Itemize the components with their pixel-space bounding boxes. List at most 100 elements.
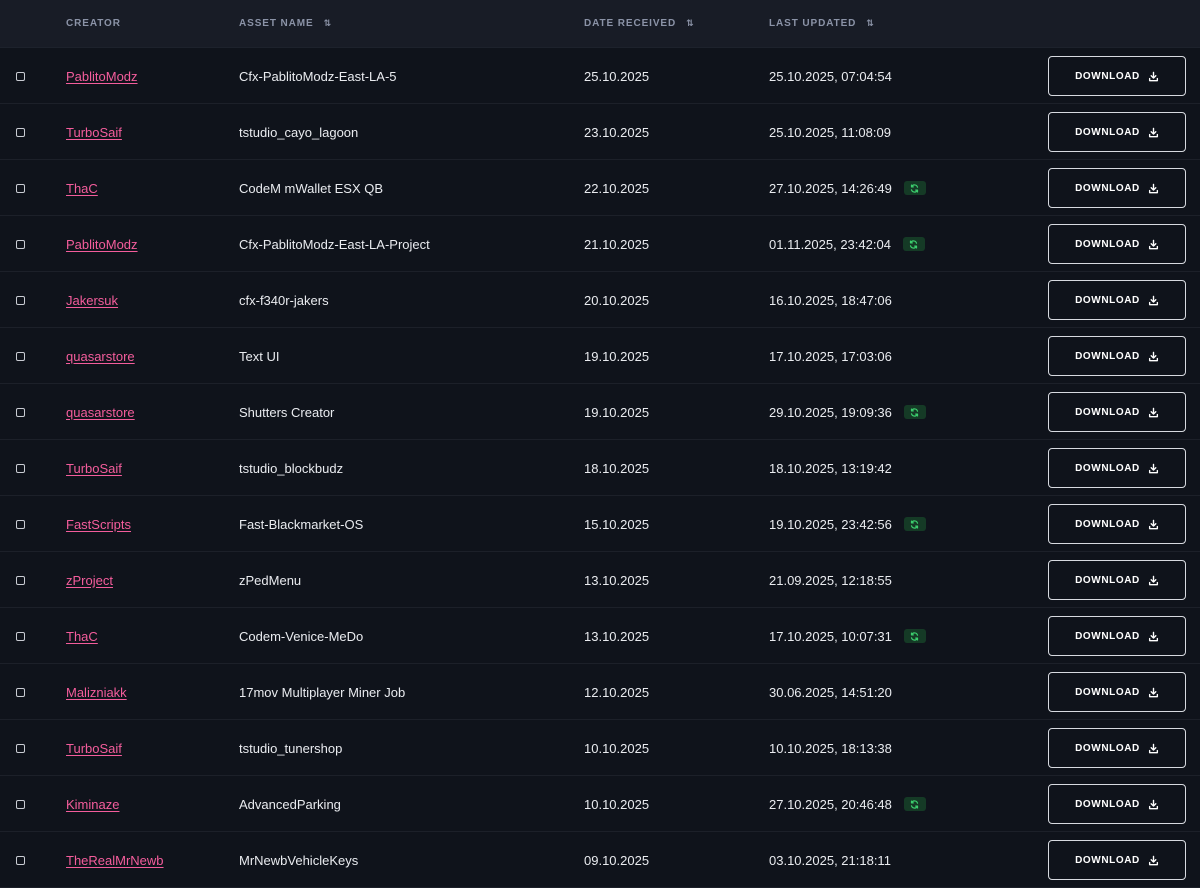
download-button[interactable]: DOWNLOAD xyxy=(1048,336,1186,376)
creator-link[interactable]: TurboSaif xyxy=(66,741,122,756)
asset-name: MrNewbVehicleKeys xyxy=(239,852,359,868)
refresh-icon xyxy=(910,239,918,249)
row-checkbox[interactable] xyxy=(16,743,25,753)
last-updated: 17.10.2025, 17:03:06 xyxy=(769,348,892,364)
row-select-cell xyxy=(16,608,25,664)
creator-link[interactable]: Malizniakk xyxy=(66,685,127,700)
row-checkbox[interactable] xyxy=(16,351,25,361)
row-select-cell xyxy=(16,832,25,888)
table-row: ThaC Codem-Venice-MeDo 13.10.2025 17.10.… xyxy=(0,608,1200,664)
date-received: 23.10.2025 xyxy=(584,124,650,140)
date-received: 18.10.2025 xyxy=(584,460,650,476)
creator-link[interactable]: zProject xyxy=(66,573,113,588)
row-checkbox[interactable] xyxy=(16,855,25,865)
refresh-icon xyxy=(911,407,919,417)
creator-cell: PablitoModz xyxy=(66,216,138,272)
creator-link[interactable]: TheRealMrNewb xyxy=(66,853,164,868)
creator-link[interactable]: PablitoModz xyxy=(66,237,138,252)
refresh-icon xyxy=(911,799,919,809)
sort-icon[interactable]: ⇅ xyxy=(866,18,873,29)
date-received-cell: 09.10.2025 xyxy=(584,832,649,888)
column-header-last-updated[interactable]: LAST UPDATED ⇅ xyxy=(769,18,874,29)
row-checkbox[interactable] xyxy=(16,407,25,417)
download-label: DOWNLOAD xyxy=(1075,798,1140,810)
date-received: 13.10.2025 xyxy=(584,572,650,588)
row-checkbox[interactable] xyxy=(16,799,25,809)
table-row: quasarstore Shutters Creator 19.10.2025 … xyxy=(0,384,1200,440)
last-updated-cell: 25.10.2025, 11:08:09 xyxy=(769,104,891,160)
asset-name-cell: Cfx-PablitoModz-East-LA-5 xyxy=(239,48,397,104)
creator-link[interactable]: TurboSaif xyxy=(66,461,122,476)
row-checkbox[interactable] xyxy=(16,127,25,137)
date-received-cell: 12.10.2025 xyxy=(584,664,649,720)
creator-cell: TurboSaif xyxy=(66,440,122,496)
last-updated: 25.10.2025, 11:08:09 xyxy=(769,124,891,140)
download-button[interactable]: DOWNLOAD xyxy=(1048,672,1186,712)
download-button[interactable]: DOWNLOAD xyxy=(1048,280,1186,320)
creator-link[interactable]: ThaC xyxy=(66,629,98,644)
download-icon xyxy=(1148,519,1158,529)
table-row: FastScripts Fast-Blackmarket-OS 15.10.20… xyxy=(0,496,1200,552)
download-button[interactable]: DOWNLOAD xyxy=(1048,224,1186,264)
last-updated: 21.09.2025, 12:18:55 xyxy=(769,572,892,588)
date-received-cell: 19.10.2025 xyxy=(584,328,649,384)
sort-icon[interactable]: ⇅ xyxy=(686,18,693,29)
creator-link[interactable]: quasarstore xyxy=(66,405,135,420)
download-icon xyxy=(1148,351,1158,361)
row-checkbox[interactable] xyxy=(16,183,25,193)
date-received: 12.10.2025 xyxy=(584,684,650,700)
last-updated-cell: 16.10.2025, 18:47:06 xyxy=(769,272,892,328)
creator-cell: Jakersuk xyxy=(66,272,118,328)
last-updated: 19.10.2025, 23:42:56 xyxy=(769,516,892,532)
download-icon xyxy=(1148,71,1158,81)
last-updated-cell: 17.10.2025, 17:03:06 xyxy=(769,328,892,384)
row-checkbox[interactable] xyxy=(16,463,25,473)
sort-icon[interactable]: ⇅ xyxy=(324,18,331,29)
download-button[interactable]: DOWNLOAD xyxy=(1048,616,1186,656)
row-checkbox[interactable] xyxy=(16,295,25,305)
download-button[interactable]: DOWNLOAD xyxy=(1048,784,1186,824)
asset-name-cell: AdvancedParking xyxy=(239,776,341,832)
row-checkbox[interactable] xyxy=(16,239,25,249)
row-checkbox[interactable] xyxy=(16,71,25,81)
creator-link[interactable]: FastScripts xyxy=(66,517,131,532)
creator-link[interactable]: PablitoModz xyxy=(66,69,138,84)
download-label: DOWNLOAD xyxy=(1075,294,1140,306)
creator-link[interactable]: ThaC xyxy=(66,181,98,196)
download-button[interactable]: DOWNLOAD xyxy=(1048,392,1186,432)
creator-link[interactable]: Kiminaze xyxy=(66,797,119,812)
column-header-date-received[interactable]: DATE RECEIVED ⇅ xyxy=(584,18,693,29)
date-received: 25.10.2025 xyxy=(584,68,650,84)
row-checkbox[interactable] xyxy=(16,519,25,529)
download-button[interactable]: DOWNLOAD xyxy=(1048,448,1186,488)
date-received-cell: 20.10.2025 xyxy=(584,272,649,328)
download-button[interactable]: DOWNLOAD xyxy=(1048,56,1186,96)
row-select-cell xyxy=(16,496,25,552)
download-button[interactable]: DOWNLOAD xyxy=(1048,560,1186,600)
download-icon xyxy=(1148,239,1158,249)
refresh-icon xyxy=(911,183,919,193)
download-button[interactable]: DOWNLOAD xyxy=(1048,840,1186,880)
creator-link[interactable]: Jakersuk xyxy=(66,293,118,308)
row-checkbox[interactable] xyxy=(16,687,25,697)
column-header-asset-name[interactable]: ASSET NAME ⇅ xyxy=(239,18,331,29)
download-button[interactable]: DOWNLOAD xyxy=(1048,112,1186,152)
download-button[interactable]: DOWNLOAD xyxy=(1048,168,1186,208)
last-updated: 27.10.2025, 14:26:49 xyxy=(769,180,892,196)
row-select-cell xyxy=(16,104,25,160)
row-checkbox[interactable] xyxy=(16,631,25,641)
download-button[interactable]: DOWNLOAD xyxy=(1048,504,1186,544)
row-select-cell xyxy=(16,552,25,608)
table-row: Jakersuk cfx-f340r-jakers 20.10.2025 16.… xyxy=(0,272,1200,328)
action-cell: DOWNLOAD xyxy=(1048,328,1186,384)
table-row: TheRealMrNewb MrNewbVehicleKeys 09.10.20… xyxy=(0,832,1200,888)
download-button[interactable]: DOWNLOAD xyxy=(1048,728,1186,768)
creator-link[interactable]: TurboSaif xyxy=(66,125,122,140)
row-select-cell xyxy=(16,664,25,720)
table-row: zProject zPedMenu 13.10.2025 21.09.2025,… xyxy=(0,552,1200,608)
row-checkbox[interactable] xyxy=(16,575,25,585)
creator-link[interactable]: quasarstore xyxy=(66,349,135,364)
table-row: PablitoModz Cfx-PablitoModz-East-LA-5 25… xyxy=(0,48,1200,104)
asset-name: Fast-Blackmarket-OS xyxy=(239,516,364,532)
action-cell: DOWNLOAD xyxy=(1048,608,1186,664)
